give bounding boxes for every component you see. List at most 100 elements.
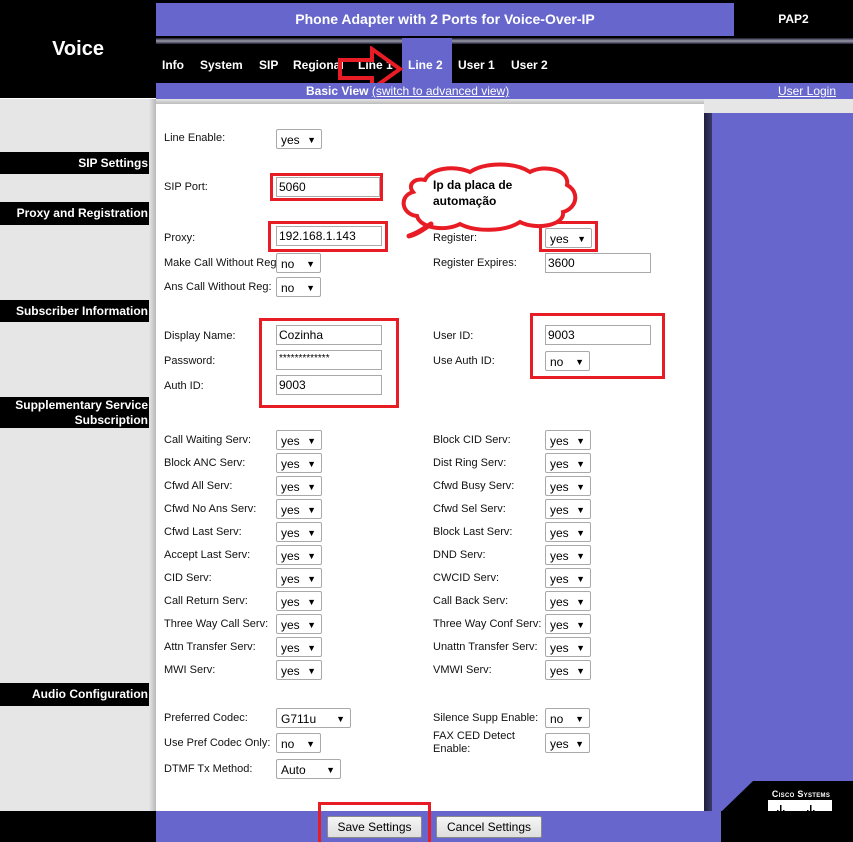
section-subscriber-information: Subscriber Information — [0, 300, 156, 322]
service-select[interactable]: yes ▼ — [276, 499, 322, 519]
tab-user-2[interactable]: User 2 — [511, 58, 548, 72]
annotation-line: Ip da placa de — [433, 178, 513, 192]
section-sip-settings: SIP Settings — [0, 152, 156, 174]
line-enable-select[interactable]: yes ▼ — [276, 129, 322, 149]
register-expires-input[interactable]: 3600 — [545, 253, 651, 273]
service-select[interactable]: yes ▼ — [545, 568, 591, 588]
select-value: yes — [550, 572, 569, 586]
service-label: Three Way Conf Serv: — [433, 618, 542, 630]
service-select[interactable]: yes ▼ — [276, 637, 322, 657]
ans-call-without-reg-label: Ans Call Without Reg: — [164, 281, 272, 293]
proxy-label: Proxy: — [164, 232, 196, 244]
use-pref-codec-only-select[interactable]: no ▼ — [276, 733, 321, 753]
service-select[interactable]: yes ▼ — [545, 637, 591, 657]
user-login-link[interactable]: User Login — [778, 84, 836, 98]
tab-system[interactable]: System — [200, 58, 243, 72]
service-label: DND Serv: — [433, 549, 486, 561]
service-select[interactable]: yes ▼ — [545, 430, 591, 450]
fax-ced-detect-select[interactable]: yes ▼ — [545, 733, 590, 753]
select-value: yes — [281, 664, 300, 678]
service-select[interactable]: yes ▼ — [276, 453, 322, 473]
annotation-cloud-text: Ip da placa de automação — [433, 177, 512, 209]
dtmf-tx-method-select[interactable]: Auto ▼ — [276, 759, 341, 779]
section-title-line: Subscription — [74, 413, 148, 427]
service-select[interactable]: yes ▼ — [545, 545, 591, 565]
service-select[interactable]: yes ▼ — [276, 660, 322, 680]
tab-line-2[interactable]: Line 2 — [408, 58, 443, 72]
dropdown-arrow-icon: ▼ — [576, 436, 585, 446]
service-select[interactable]: yes ▼ — [276, 568, 322, 588]
auth-id-label: Auth ID: — [164, 380, 204, 392]
service-select[interactable]: yes ▼ — [545, 499, 591, 519]
dropdown-arrow-icon: ▼ — [306, 259, 315, 269]
dropdown-arrow-icon: ▼ — [307, 643, 316, 653]
service-label: Call Return Serv: — [164, 595, 248, 607]
service-select[interactable]: yes ▼ — [276, 476, 322, 496]
view-bar: Basic View (switch to advanced view) Use… — [156, 83, 853, 99]
tab-sip[interactable]: SIP — [259, 58, 278, 72]
dropdown-arrow-icon: ▼ — [307, 528, 316, 538]
silence-supp-select[interactable]: no ▼ — [545, 708, 590, 728]
service-select[interactable]: yes ▼ — [276, 430, 322, 450]
select-value: yes — [550, 480, 569, 494]
dropdown-arrow-icon: ▼ — [307, 620, 316, 630]
make-call-without-reg-select[interactable]: no ▼ — [276, 253, 321, 273]
dropdown-arrow-icon: ▼ — [307, 666, 316, 676]
select-value: yes — [281, 618, 300, 632]
section-proxy-registration: Proxy and Registration — [0, 202, 156, 225]
service-select[interactable]: yes ▼ — [545, 614, 591, 634]
annotation-highlight-box — [259, 318, 399, 408]
dropdown-arrow-icon: ▼ — [306, 283, 315, 293]
user-id-label: User ID: — [433, 330, 474, 342]
service-select[interactable]: yes ▼ — [276, 545, 322, 565]
dropdown-arrow-icon: ▼ — [576, 620, 585, 630]
dropdown-arrow-icon: ▼ — [575, 739, 584, 749]
ans-call-without-reg-select[interactable]: no ▼ — [276, 277, 321, 297]
service-select[interactable]: yes ▼ — [276, 614, 322, 634]
fax-ced-detect-label: FAX CED Detect Enable: — [433, 730, 515, 755]
dropdown-arrow-icon: ▼ — [576, 551, 585, 561]
silence-supp-label: Silence Supp Enable: — [433, 712, 539, 724]
service-label: CID Serv: — [164, 572, 212, 584]
service-label: Block Last Serv: — [433, 526, 513, 538]
section-supplementary-service: Supplementary Service Subscription — [0, 397, 156, 428]
service-select[interactable]: yes ▼ — [545, 476, 591, 496]
select-value: yes — [281, 503, 300, 517]
preferred-codec-label: Preferred Codec: — [164, 712, 248, 724]
app-title: Voice — [52, 38, 104, 60]
device-model: PAP2 — [734, 0, 853, 36]
dropdown-arrow-icon: ▼ — [576, 643, 585, 653]
service-label: Call Back Serv: — [433, 595, 509, 607]
select-value: yes — [550, 618, 569, 632]
select-value: yes — [550, 737, 569, 751]
service-label: Cfwd Last Serv: — [164, 526, 242, 538]
nav-divider — [452, 38, 853, 44]
select-value: yes — [550, 549, 569, 563]
service-select[interactable]: yes ▼ — [545, 522, 591, 542]
select-value: yes — [281, 595, 300, 609]
service-select[interactable]: yes ▼ — [276, 522, 322, 542]
dropdown-arrow-icon: ▼ — [576, 459, 585, 469]
service-label: CWCID Serv: — [433, 572, 499, 584]
select-value: yes — [281, 549, 300, 563]
select-value: yes — [281, 572, 300, 586]
service-select[interactable]: yes ▼ — [276, 591, 322, 611]
switch-advanced-view-link[interactable]: (switch to advanced view) — [372, 84, 509, 98]
app-logo-area: Voice — [0, 0, 156, 98]
select-value: no — [550, 712, 564, 726]
dtmf-tx-method-label: DTMF Tx Method: — [164, 763, 253, 775]
tab-user-1[interactable]: User 1 — [458, 58, 495, 72]
dropdown-arrow-icon: ▼ — [576, 666, 585, 676]
service-select[interactable]: yes ▼ — [545, 453, 591, 473]
cancel-settings-button[interactable]: Cancel Settings — [436, 816, 542, 838]
annotation-highlight-box — [318, 802, 431, 842]
dropdown-arrow-icon: ▼ — [576, 574, 585, 584]
tab-info[interactable]: Info — [162, 58, 184, 72]
dropdown-arrow-icon: ▼ — [576, 528, 585, 538]
service-label: Cfwd No Ans Serv: — [164, 503, 257, 515]
section-audio-configuration: Audio Configuration — [0, 683, 156, 706]
service-select[interactable]: yes ▼ — [545, 591, 591, 611]
service-select[interactable]: yes ▼ — [545, 660, 591, 680]
service-label: Three Way Call Serv: — [164, 618, 269, 630]
preferred-codec-select[interactable]: G711u ▼ — [276, 708, 351, 728]
